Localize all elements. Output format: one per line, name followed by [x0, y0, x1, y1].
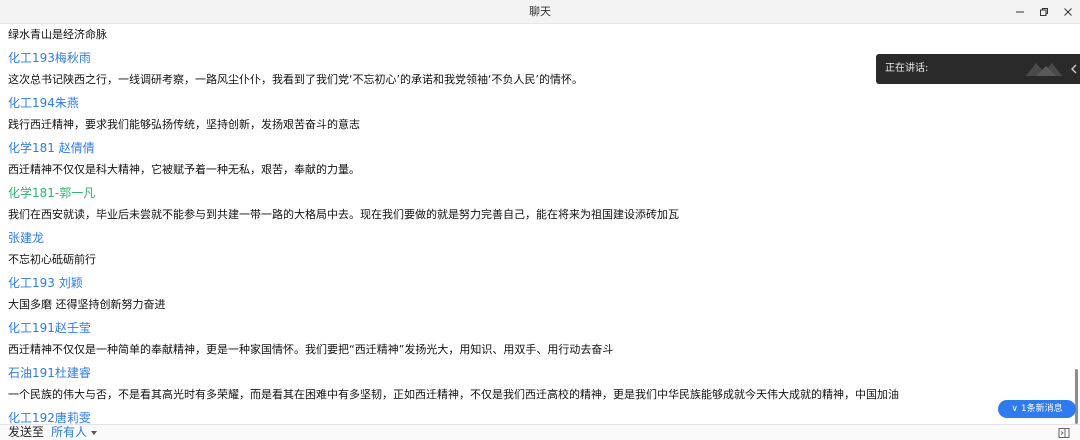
speaking-panel: 正在讲话: — [876, 54, 1080, 84]
close-button[interactable] — [1056, 0, 1080, 24]
message-text: 我们在西安就读，毕业后未尝就不能参与到共建一带一路的大格局中去。现在我们要做的就… — [8, 208, 679, 221]
message-text: 绿水青山是经济命脉 — [8, 28, 107, 41]
message-sender[interactable]: 化工191赵壬莹 — [8, 317, 1068, 340]
recipient-dropdown[interactable]: 所有人 — [51, 425, 87, 440]
message-text: 西迁精神不仅仅是科大精神，它被赋予着一种无私，艰苦，奉献的力量。 — [8, 163, 360, 176]
message-item: 化工194朱燕 践行西迁精神，要求我们能够弘扬传统，坚持创新，发扬艰苦奋斗的意志 — [8, 92, 1068, 137]
new-message-button[interactable]: ∨ 1条新消息 — [998, 400, 1076, 418]
minimize-button[interactable] — [1008, 0, 1032, 24]
scrollbar-thumb[interactable] — [1075, 369, 1078, 424]
expand-panel-icon[interactable] — [1058, 427, 1070, 439]
message-text: 西迁精神不仅仅是一种简单的奉献精神，更是一种家国情怀。我们要把“西迁精神”发扬光… — [8, 343, 614, 356]
message-item: 张建龙 不忘初心砥砺前行 — [8, 227, 1068, 272]
message-sender[interactable]: 化工193 刘颖 — [8, 272, 1068, 295]
message-sender[interactable]: 化工194朱燕 — [8, 92, 1068, 115]
message-item: 化工192唐莉雯 — [8, 407, 1068, 425]
message-text: 一个民族的伟大与否，不是看其高光时有多荣耀，而是看其在困难中有多坚韧，正如西迁精… — [8, 388, 899, 401]
title-bar: 聊天 — [0, 0, 1080, 24]
message-item: 化学181 赵倩倩 西迁精神不仅仅是科大精神，它被赋予着一种无私，艰苦，奉献的力… — [8, 137, 1068, 182]
message-text: 不忘初心砥砺前行 — [8, 253, 96, 266]
collapse-arrow-icon[interactable] — [1070, 63, 1078, 75]
chat-area[interactable]: 绿水青山是经济命脉 化工193梅秋雨 这次总书记陕西之行，一线调研考察，一路风尘… — [0, 24, 1080, 424]
message-sender[interactable]: 化学181-郭一凡 — [8, 182, 1068, 205]
message-item: 化工193 刘颖 大国多磨 还得坚持创新努力奋进 — [8, 272, 1068, 317]
speaker-avatar-icon — [1026, 63, 1062, 76]
chevron-down-icon[interactable] — [91, 431, 97, 435]
message-item: 石油191杜建睿 一个民族的伟大与否，不是看其高光时有多荣耀，而是看其在困难中有… — [8, 362, 1068, 407]
message-sender[interactable]: 石油191杜建睿 — [8, 362, 1068, 385]
message-text: 践行西迁精神，要求我们能够弘扬传统，坚持创新，发扬艰苦奋斗的意志 — [8, 118, 360, 131]
message-sender[interactable]: 化学181 赵倩倩 — [8, 137, 1068, 160]
window-title: 聊天 — [529, 5, 551, 18]
restore-button[interactable] — [1032, 0, 1056, 24]
message-sender[interactable]: 张建龙 — [8, 227, 1068, 250]
message-item: 化学181-郭一凡 我们在西安就读，毕业后未尝就不能参与到共建一带一路的大格局中… — [8, 182, 1068, 227]
restore-icon — [1040, 8, 1048, 16]
send-to-label: 发送至 — [8, 425, 45, 439]
message-item: 化工191赵壬莹 西迁精神不仅仅是一种简单的奉献精神，更是一种家国情怀。我们要把… — [8, 317, 1068, 362]
message-list: 绿水青山是经济命脉 化工193梅秋雨 这次总书记陕西之行，一线调研考察，一路风尘… — [8, 24, 1068, 424]
message-item: 绿水青山是经济命脉 — [8, 24, 1068, 47]
speaking-label: 正在讲话: — [885, 63, 929, 74]
close-icon — [1064, 8, 1072, 16]
minimize-icon — [1016, 11, 1024, 13]
bottom-bar: 发送至 所有人 — [0, 424, 1080, 440]
message-text: 大国多磨 还得坚持创新努力奋进 — [8, 298, 166, 311]
message-sender[interactable]: 化工192唐莉雯 — [8, 407, 1068, 425]
